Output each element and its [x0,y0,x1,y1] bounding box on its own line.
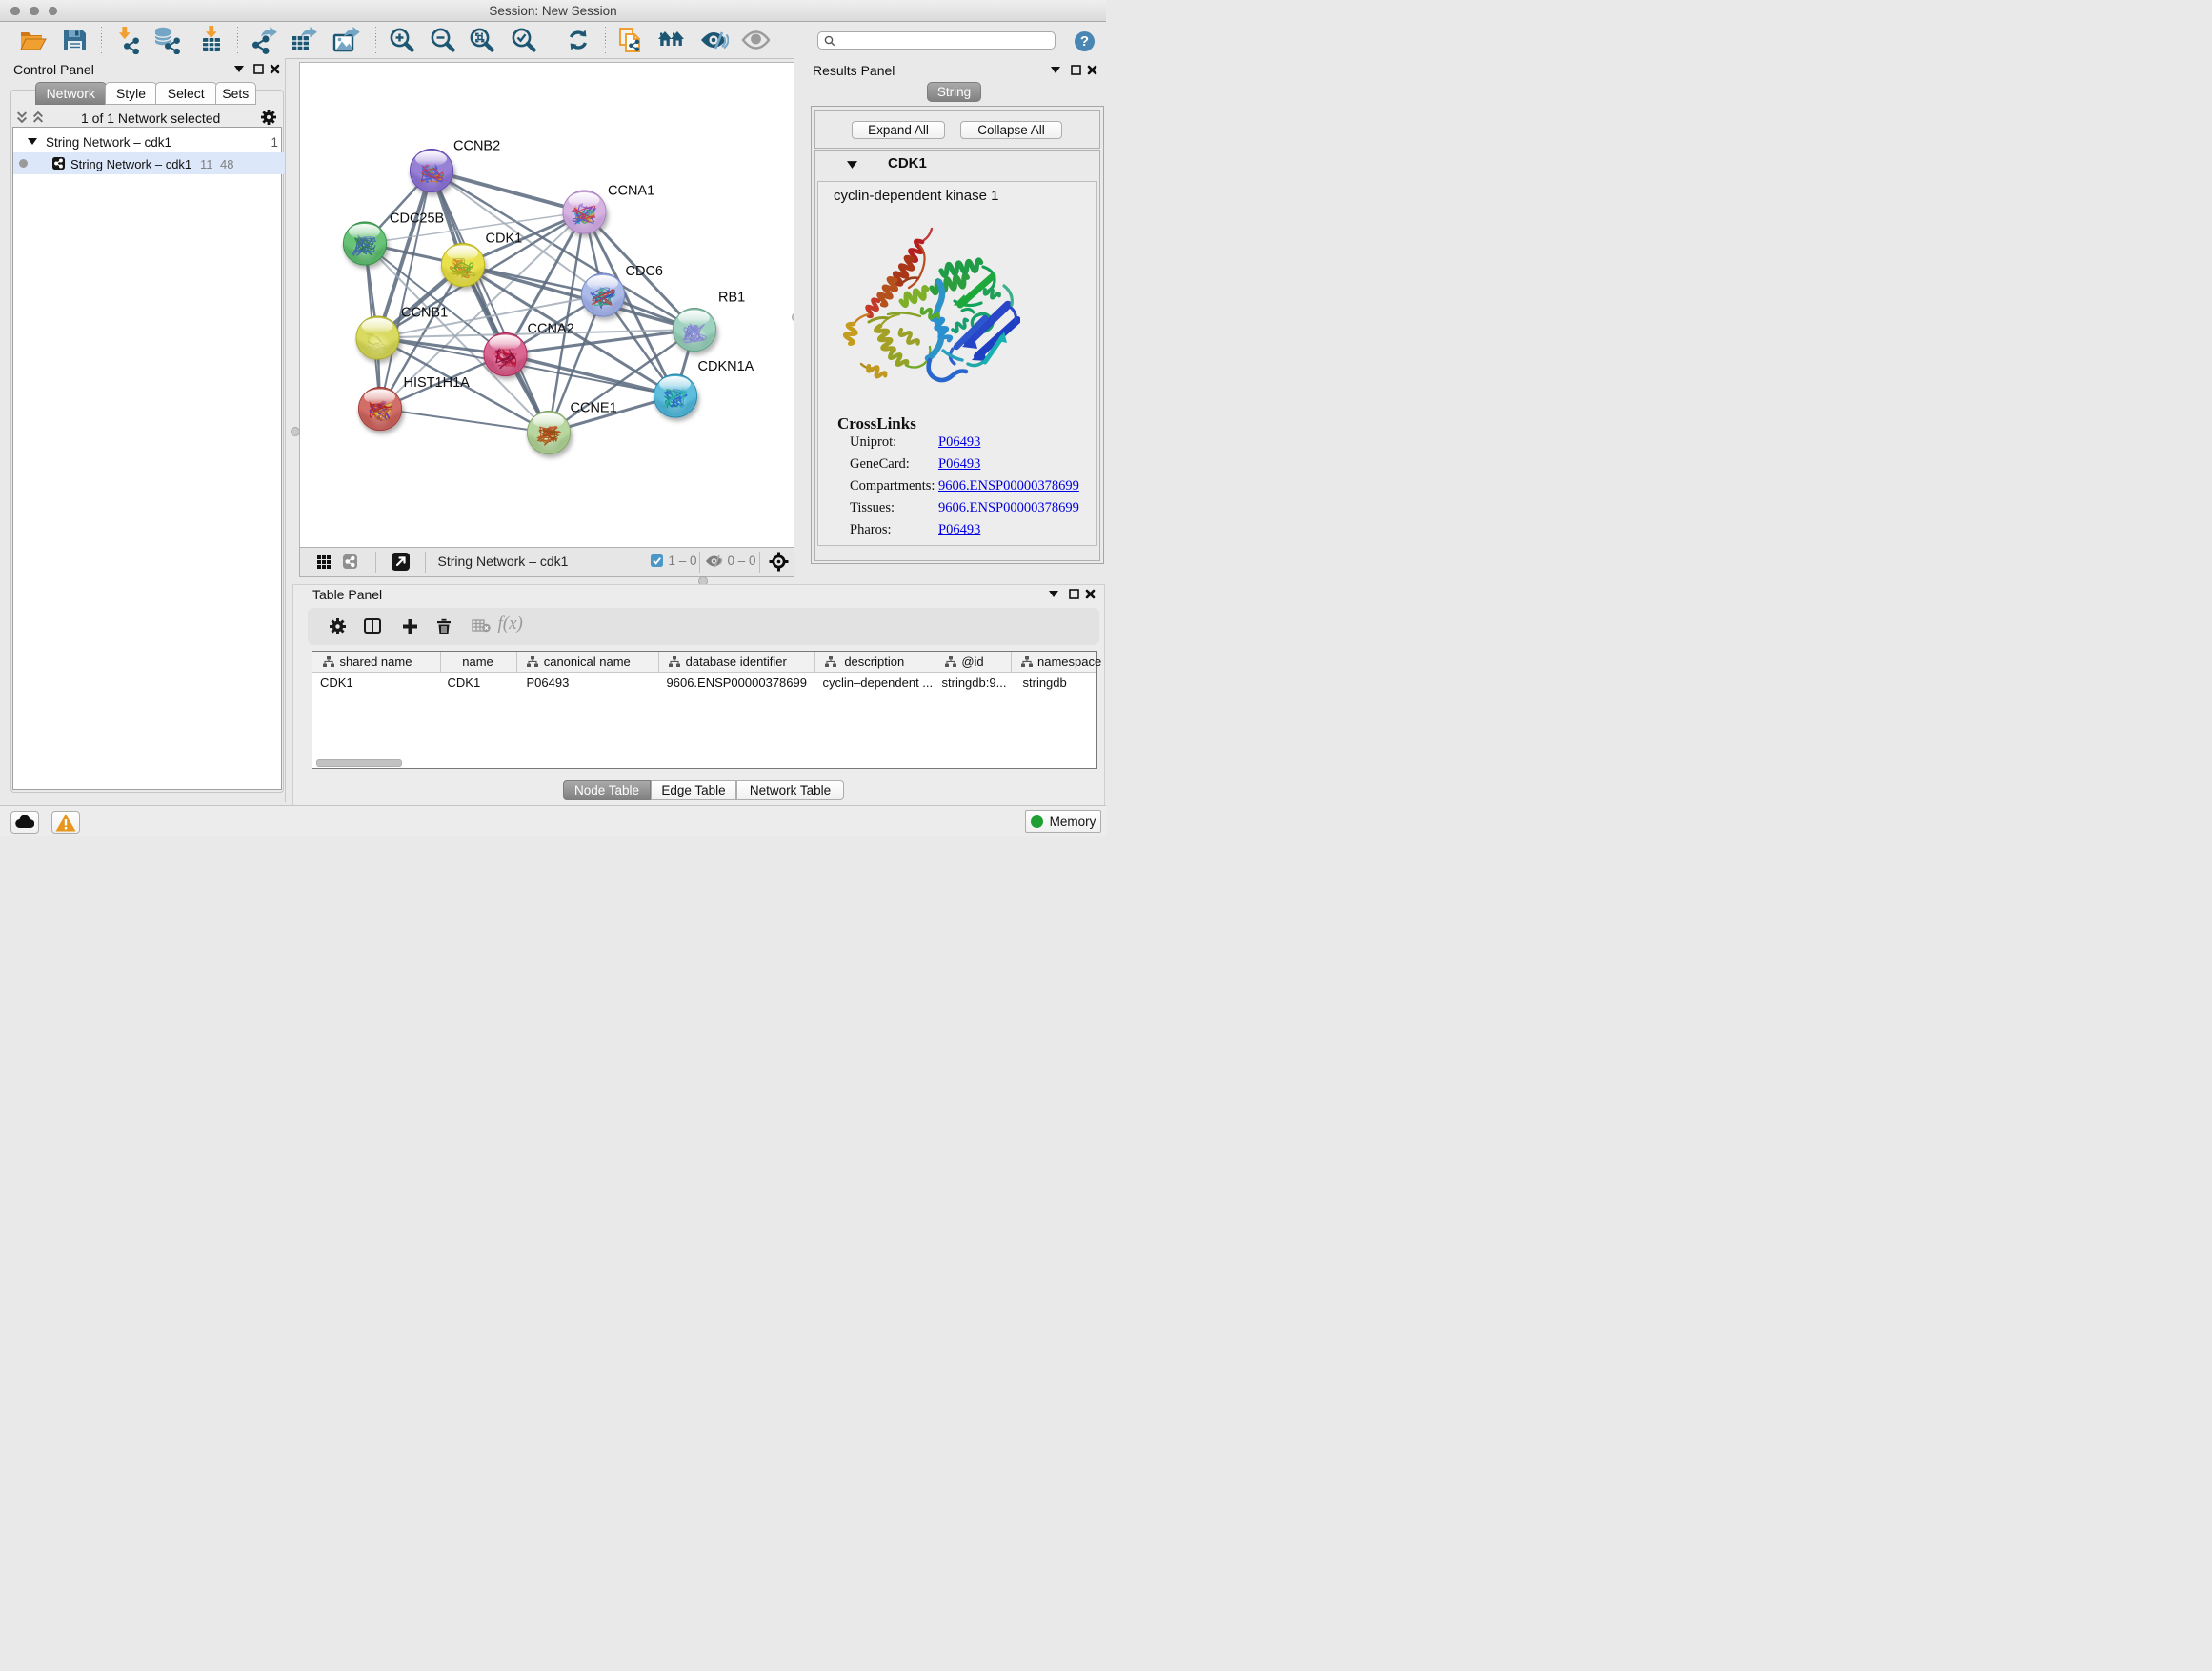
svg-text:CCNB2: CCNB2 [453,138,500,153]
svg-text:CDKN1A: CDKN1A [697,359,754,374]
svg-text:CDK1: CDK1 [485,231,522,246]
svg-text:CCNA1: CCNA1 [608,183,654,198]
svg-text:CDC25B: CDC25B [390,211,444,226]
svg-text:CCNA2: CCNA2 [527,321,573,336]
svg-text:HIST1H1A: HIST1H1A [403,375,470,391]
svg-text:RB1: RB1 [718,290,745,305]
svg-text:CCNB1: CCNB1 [401,305,448,320]
svg-text:CDC6: CDC6 [625,264,662,279]
svg-text:CCNE1: CCNE1 [570,400,616,415]
